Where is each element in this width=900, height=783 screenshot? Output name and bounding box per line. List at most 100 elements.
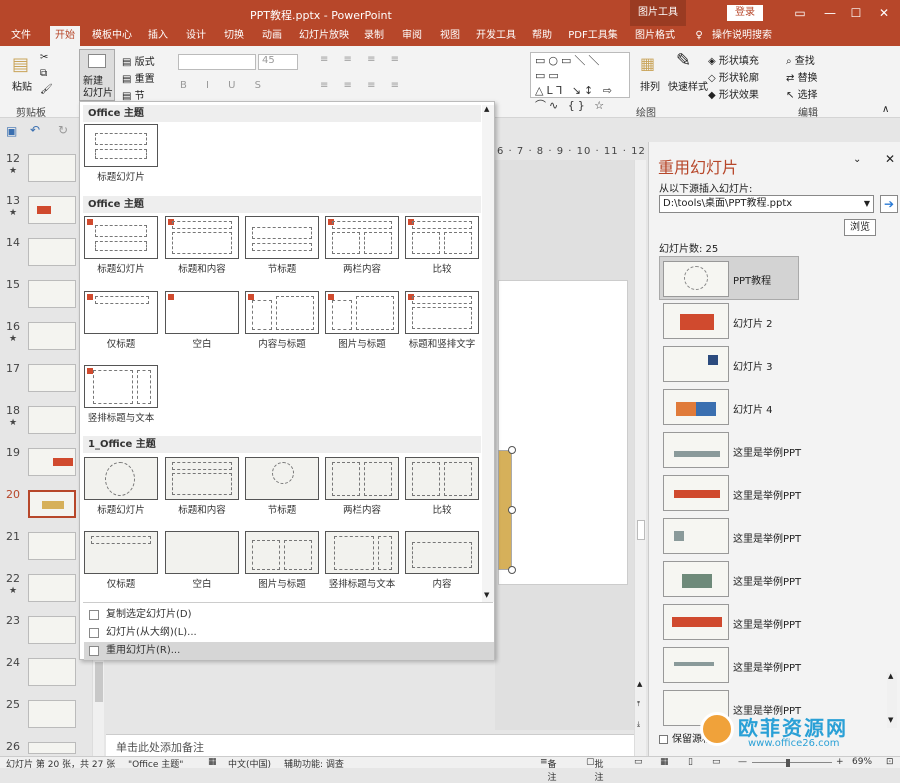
browse-button[interactable]: 浏览 [844,219,876,236]
shape-effects-button[interactable]: ◆ 形状效果 [708,86,759,101]
ribbon-display-icon[interactable]: ▭ [790,4,810,22]
slide-thumbnail-15[interactable] [28,280,76,308]
tab-view[interactable]: 视图 [436,26,464,46]
zoom-slider-thumb[interactable] [786,759,790,767]
shape-fill-button[interactable]: ◈ 形状填充 [708,52,759,67]
slide-thumbnail-12[interactable] [28,154,76,182]
scroll-up-icon[interactable]: ▲ [484,105,489,113]
layout-thumbnail[interactable] [325,291,399,334]
font-format-buttons[interactable]: B I U S [180,80,269,91]
tab-help[interactable]: 帮助 [528,26,556,46]
reading-view-icon[interactable]: ▯ [688,757,693,767]
zoom-in-icon[interactable]: + [836,757,844,767]
shapes-gallery[interactable]: ▭○▭＼＼▭▭ △ᒪᒣ ↘↕ ⇨ ⌒∿ {} ☆ [530,52,630,112]
tab-home[interactable]: 开始 [50,26,80,46]
normal-view-icon[interactable]: ▭ [634,757,643,767]
slide-thumbnail-25[interactable] [28,700,76,728]
layout-thumbnail[interactable] [84,531,158,574]
layout-thumbnail[interactable] [245,216,319,259]
quick-styles-button[interactable]: 快速样式 [668,78,708,93]
close-button[interactable]: ✕ [874,4,894,22]
gallery-scrollbar[interactable]: ▲ ▼ [482,105,494,602]
layout-button[interactable]: ▤ 版式 [122,53,155,68]
tab-insert[interactable]: 插入 [144,26,172,46]
scroll-down-icon[interactable]: ▼ [484,591,489,599]
reuse-slide-thumb[interactable] [663,647,729,683]
reuse-slide-thumb[interactable] [663,261,729,297]
duplicate-slide-menu-item[interactable]: 复制选定幻灯片(D) [84,606,494,624]
layout-thumbnail[interactable] [245,291,319,334]
tab-slideshow[interactable]: 幻灯片放映 [296,26,352,46]
reuse-slide-thumb[interactable] [663,432,729,468]
notes-pane[interactable]: 单击此处添加备注 [106,734,634,756]
arrange-icon[interactable]: ▦ [640,54,655,73]
slide-scrollbar[interactable]: ▲ ⤒ ⤓ [634,160,646,756]
tab-template-center[interactable]: 模板中心 [88,26,136,46]
layout-thumbnail[interactable] [325,457,399,500]
login-button[interactable]: 登录 [727,5,763,21]
zoom-out-icon[interactable]: — [738,757,747,767]
undo-icon[interactable]: ↶ [30,123,40,137]
reuse-slide-thumb[interactable] [663,561,729,597]
layout-thumbnail[interactable] [84,216,158,259]
font-name-combo[interactable] [178,54,256,70]
paste-button[interactable]: 粘贴 [12,78,32,93]
arrange-button[interactable]: 排列 [640,78,660,93]
slide-thumbnail-14[interactable] [28,238,76,266]
section-button[interactable]: ▤ 节 [122,87,145,102]
resize-handle[interactable] [508,446,516,454]
layout-thumbnail[interactable] [84,365,158,408]
slide-thumbnail-17[interactable] [28,364,76,392]
reuse-slide-thumb[interactable] [663,346,729,382]
layout-thumbnail[interactable] [245,531,319,574]
slide-thumbnail-24[interactable] [28,658,76,686]
layout-thumbnail[interactable] [325,531,399,574]
reuse-slide-thumb[interactable] [663,389,729,425]
tab-record[interactable]: 录制 [360,26,388,46]
layout-thumbnail[interactable] [405,216,479,259]
reuse-slide-thumb[interactable] [663,303,729,339]
layout-thumbnail[interactable] [405,291,479,334]
tab-picture-format[interactable]: 图片格式 [630,26,680,46]
tab-pdf-tools[interactable]: PDF工具集 [566,26,620,46]
go-arrow-button[interactable]: ➔ [880,195,898,213]
select-button[interactable]: ↖ 选择 [786,86,818,101]
slide-thumbnail-26[interactable] [28,742,76,754]
reuse-slides-menu-item[interactable]: 重用幻灯片(R)... [84,642,494,660]
collapse-ribbon-icon[interactable]: ∧ [882,104,889,115]
source-path-combo[interactable]: D:\tools\桌面\PPT教程.pptx ▼ [659,195,874,213]
reuse-slide-thumb[interactable] [663,604,729,640]
accessibility-status[interactable]: 辅助功能: 调查 [284,757,344,770]
panel-options-icon[interactable]: ⌄ [853,154,861,165]
tab-design[interactable]: 设计 [182,26,210,46]
reuse-slide-thumb[interactable] [663,475,729,511]
slide-thumbnail-19[interactable] [28,448,76,476]
slide-thumbnail-23[interactable] [28,616,76,644]
save-icon[interactable]: ▣ [6,124,17,138]
tab-file[interactable]: 文件 [6,26,36,46]
layout-thumbnail[interactable] [405,531,479,574]
layout-thumbnail[interactable] [165,531,239,574]
reset-button[interactable]: ▤ 重置 [122,70,155,85]
resize-handle[interactable] [508,506,516,514]
language[interactable]: 中文(中国) [228,757,271,770]
layout-thumbnail[interactable] [84,457,158,500]
slide-scroll-thumb[interactable] [637,520,645,540]
copy-icon[interactable]: ⧉ [40,68,47,79]
scroll-up-icon[interactable]: ▲ [637,680,642,688]
panel-close-icon[interactable]: ✕ [885,152,895,166]
tab-review[interactable]: 审阅 [398,26,426,46]
slides-from-outline-menu-item[interactable]: 幻灯片(从大纲)(L)... [84,624,494,642]
align-buttons[interactable]: ≡ ≡ ≡ ≡ [320,80,405,91]
quick-styles-icon[interactable]: ✎ [676,50,691,71]
notes-toggle[interactable]: ≡ 备注 [540,757,557,783]
slide-thumbnail-22[interactable] [28,574,76,602]
layout-thumbnail[interactable] [245,457,319,500]
shape-outline-button[interactable]: ◇ 形状轮廓 [708,69,759,84]
slide-thumbnail-13[interactable] [28,196,76,224]
slide-thumbnail-20[interactable] [28,490,76,518]
resize-handle[interactable] [508,566,516,574]
maximize-button[interactable]: ☐ [846,4,866,22]
fit-slide-icon[interactable]: ⊡ [886,757,894,767]
slide-thumbnail-18[interactable] [28,406,76,434]
